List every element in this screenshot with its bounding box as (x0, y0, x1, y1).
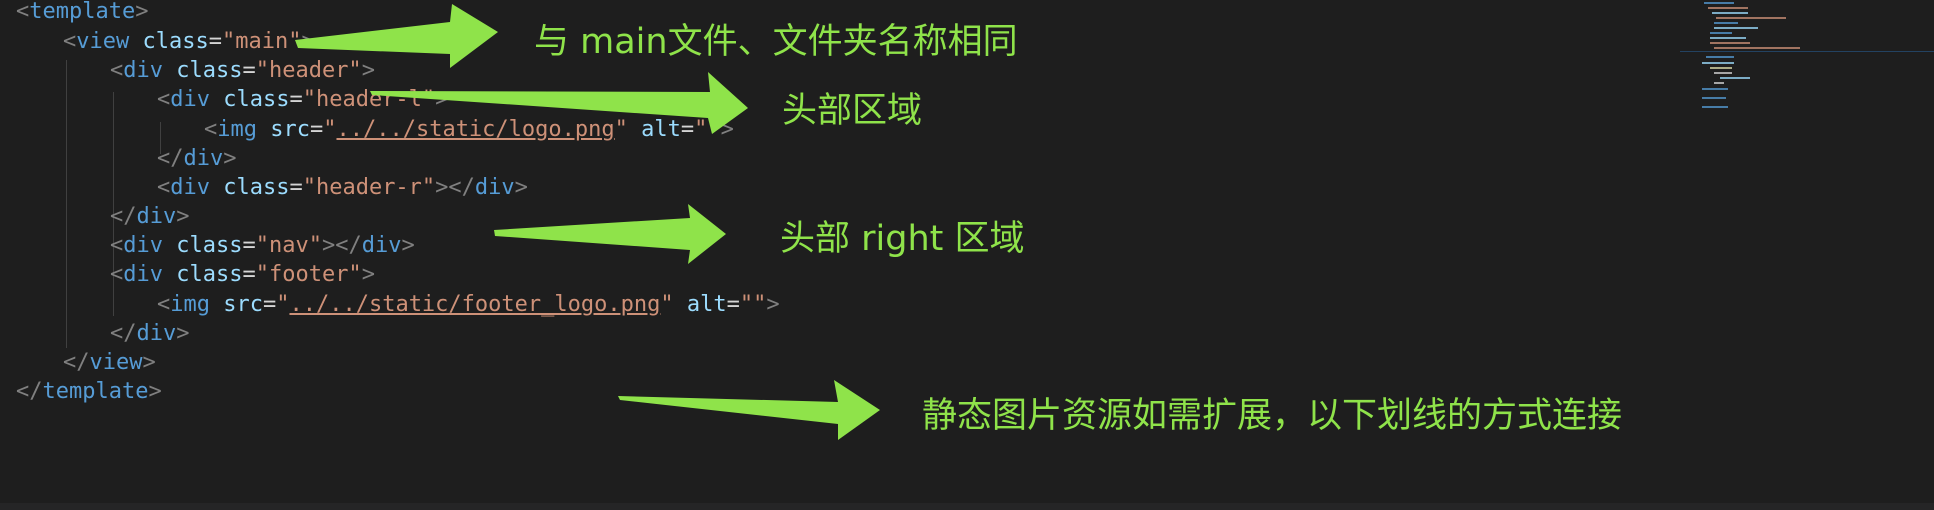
minimap-line (1714, 47, 1800, 49)
minimap-line (1704, 2, 1734, 4)
arrow-static-icon (618, 380, 880, 440)
minimap-line (1710, 32, 1732, 34)
minimap-line (1706, 56, 1734, 58)
minimap-line (1712, 12, 1748, 14)
minimap-line (1710, 37, 1746, 39)
arrow-header-icon (370, 72, 748, 134)
arrow-main-icon (295, 4, 498, 68)
minimap-line (1702, 88, 1728, 90)
annotation-header-right: 头部 right 区域 (780, 219, 1025, 259)
minimap-line (1708, 7, 1748, 9)
annotation-static: 静态图片资源如需扩展，以下划线的方式连接 (922, 396, 1623, 436)
minimap-line (1716, 17, 1786, 19)
minimap-line (1710, 67, 1732, 69)
minimap-line (1714, 72, 1732, 74)
minimap-line (1710, 42, 1750, 44)
annotation-header: 头部区域 (782, 91, 923, 131)
minimap[interactable] (1680, 0, 1934, 120)
editor-bottom-border (0, 503, 1934, 510)
minimap-line (1702, 97, 1726, 99)
minimap-line (1702, 62, 1734, 64)
code-editor[interactable]: <template><view class="main"><div class=… (0, 0, 1934, 510)
minimap-line (1714, 22, 1738, 24)
minimap-line (1702, 106, 1728, 108)
minimap-line (1720, 77, 1750, 79)
minimap-line (1714, 82, 1724, 84)
arrow-header-right-icon (494, 204, 726, 264)
minimap-line (1714, 27, 1758, 29)
minimap-line (1680, 51, 1934, 52)
annotation-main: 与 main文件、文件夹名称相同 (534, 22, 1018, 62)
